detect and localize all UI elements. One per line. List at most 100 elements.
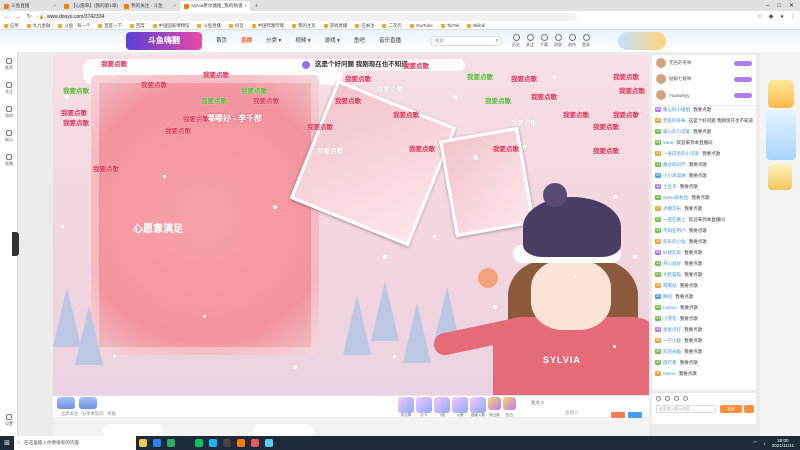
profile-icon[interactable]: ●	[779, 14, 785, 20]
chat-message[interactable]: 28 星星点灯: 我要点歌	[652, 326, 756, 337]
browser-tab[interactable]: 我的关注 - 斗鱼 ×	[120, 1, 180, 11]
chat-message[interactable]: 18 欢乐的小鱼: 我要点歌	[652, 238, 756, 249]
chat-message[interactable]: 08 Yurin: 欢迎来到本直播间	[652, 139, 756, 150]
chat-username[interactable]: 开心就好:	[663, 261, 682, 266]
chat-username[interactable]: Yurin:	[663, 140, 675, 145]
sidebar-item-recommend[interactable]: 推荐	[0, 52, 18, 76]
gift-item[interactable]: 超级火箭	[470, 397, 486, 417]
qq-icon[interactable]	[206, 436, 220, 450]
chat-message[interactable]: 16 无名的冬咪: 这是个好问题 我刚现在也不知道	[652, 117, 756, 128]
chat-username[interactable]: 好想吃饭:	[663, 250, 682, 255]
nav-category[interactable]: 分类 ▾	[266, 36, 281, 44]
sidebar-item-game[interactable]: 游戏	[0, 100, 18, 124]
nav-fishbar[interactable]: 鱼吧	[354, 36, 365, 44]
bookmark-item[interactable]: Bilibili	[467, 23, 485, 28]
task-widget[interactable]	[768, 164, 792, 190]
search-input[interactable]: 搜索 ⌕	[430, 36, 502, 46]
chat-username[interactable]: 大脸猫猫:	[663, 272, 682, 277]
chat-message[interactable]: 14 开心就好: 我要点歌	[652, 260, 756, 271]
nav-game[interactable]: 游戏 ▾	[325, 36, 340, 44]
tab-close-icon[interactable]: ×	[245, 1, 248, 11]
douyu-icon[interactable]	[234, 436, 248, 450]
bookmark-item[interactable]: YouTube	[409, 23, 433, 28]
fan-badge[interactable]	[79, 397, 97, 409]
chat-message[interactable]: 21 一身白毛的小可爱: 我要点歌	[652, 150, 756, 161]
search-icon[interactable]: ⌕	[496, 37, 499, 45]
chat-username[interactable]: 土豆子:	[663, 184, 678, 189]
chat-username[interactable]: 萌萌哒:	[663, 283, 678, 288]
chat-username[interactable]: 一直在路上:	[663, 217, 687, 222]
gift-item[interactable]: 告白	[503, 397, 516, 417]
chat-username[interactable]: 欢迎光临:	[663, 349, 682, 354]
chat-message[interactable]: 26 好想吃饭: 我要点歌	[652, 249, 756, 260]
chat-username[interactable]: 星星点灯:	[663, 327, 682, 332]
chat-username[interactable]: 一只小鹿:	[663, 338, 682, 343]
back-icon[interactable]: ←	[4, 14, 10, 20]
bookmark-item[interactable]: 游戏直播	[323, 23, 347, 29]
chat-message[interactable]: 10 Lemon: 我要点歌	[652, 304, 756, 315]
color-icon[interactable]	[665, 396, 670, 401]
browser-tab-active[interactable]: Sylvia希尔薇娅_我的频道 ×	[180, 1, 250, 11]
menu-icon[interactable]: ⋮	[790, 13, 796, 20]
bookmark-item[interactable]: 百度	[129, 23, 145, 29]
new-tab-button[interactable]: ＋	[250, 1, 264, 11]
mail-icon[interactable]	[262, 436, 276, 450]
steam-icon[interactable]	[178, 436, 192, 450]
tab-close-icon[interactable]: ×	[53, 1, 56, 11]
bookmark-item[interactable]: 中国国家博物馆	[152, 23, 189, 29]
maximize-button[interactable]: □	[777, 3, 781, 9]
chat-username[interactable]: 无名的冬咪:	[663, 118, 687, 123]
chat-message[interactable]: 12 暖心的小可爱: 我要点歌	[652, 128, 756, 139]
edge-icon[interactable]	[150, 436, 164, 450]
chrome-icon[interactable]	[164, 436, 178, 450]
sidebar-item-live[interactable]: 直播	[0, 148, 18, 172]
chat-username[interactable]: 暖心的小姐姐:	[663, 107, 691, 112]
bookmark-item[interactable]: 我的主页	[292, 23, 316, 29]
bookmark-item[interactable]: 中国哔哩哔哩	[251, 23, 284, 29]
sidebar-item-follow[interactable]: 关注	[0, 76, 18, 100]
gift-item[interactable]: 办卡	[416, 397, 432, 417]
wechat-icon[interactable]	[192, 436, 206, 450]
sidebar-collapse-handle[interactable]	[12, 232, 19, 256]
douyu-logo[interactable]: 斗鱼嗨翻	[126, 32, 202, 50]
chat-username[interactable]: 小小冰淇淋:	[663, 173, 687, 178]
event-widget[interactable]	[768, 80, 794, 108]
file-explorer-icon[interactable]	[136, 436, 150, 450]
bookmark-item[interactable]: 二次元	[382, 23, 402, 29]
video-player[interactable]: 心愿意满足 嘟嘟好 - 李千郡 这是个好问题 我刚现在也不知道 SYLVIA 我…	[53, 55, 649, 395]
chat-username[interactable]: 不知名用户:	[663, 228, 687, 233]
clock[interactable]: 18:00 2021/11/11	[772, 438, 794, 448]
network-icon[interactable]: ◠	[753, 440, 757, 446]
windows-start-icon[interactable]: ⊞	[0, 436, 14, 450]
rank-row[interactable]: 姑娘七娘咪	[652, 71, 756, 87]
emoji-icon[interactable]	[656, 396, 661, 401]
chat-username[interactable]: 暖心的小可爱:	[663, 129, 691, 134]
chat-message[interactable]: 19 萌萌哒: 我要点歌	[652, 282, 756, 293]
chat-username[interactable]: 欢乐的小鱼:	[663, 239, 687, 244]
chat-message[interactable]: 30 欢迎光临: 我要点歌	[652, 348, 756, 359]
close-button[interactable]: ✕	[789, 2, 794, 9]
chat-username[interactable]: 冰镇可乐:	[663, 206, 682, 211]
nav-live[interactable]: 直播	[241, 36, 252, 44]
forward-icon[interactable]: →	[15, 14, 21, 20]
tab-close-icon[interactable]: ×	[173, 1, 176, 11]
chat-username[interactable]: 晚风:	[663, 294, 673, 299]
reload-icon[interactable]: ↻	[26, 13, 32, 20]
chat-input[interactable]: 这里输入聊天内容	[656, 405, 716, 413]
rank-row[interactable]: 无名的冬咪	[652, 55, 756, 71]
chat-message[interactable]: 13 小雪花: 我要点歌	[652, 315, 756, 326]
chat-message[interactable]: 05 不知名用户: 我要点歌	[652, 227, 756, 238]
follow-button[interactable]: 关注	[526, 34, 534, 48]
chat-message[interactable]: 07 大脸猫猫: 我要点歌	[652, 271, 756, 282]
chat-message[interactable]: 16 Momo: 我要点歌	[652, 370, 756, 381]
chat-username[interactable]: 小雪花:	[663, 316, 678, 321]
promo-widget[interactable]	[766, 110, 796, 160]
send-button[interactable]: 发送	[720, 405, 742, 413]
gift-item[interactable]: 穿云箭	[488, 397, 501, 417]
bookmark-item[interactable]: 应用	[4, 23, 19, 29]
obs-icon[interactable]	[220, 436, 234, 450]
browser-tab[interactable]: 斗鱼直播 ×	[0, 1, 60, 11]
chat-username[interactable]: Sylvia的粉丝:	[663, 195, 690, 200]
chat-message[interactable]: 11 Sylvia的粉丝: 我要点歌	[652, 194, 756, 205]
chat-message[interactable]: 22 一直在路上: 欢迎来到本直播间	[652, 216, 756, 227]
